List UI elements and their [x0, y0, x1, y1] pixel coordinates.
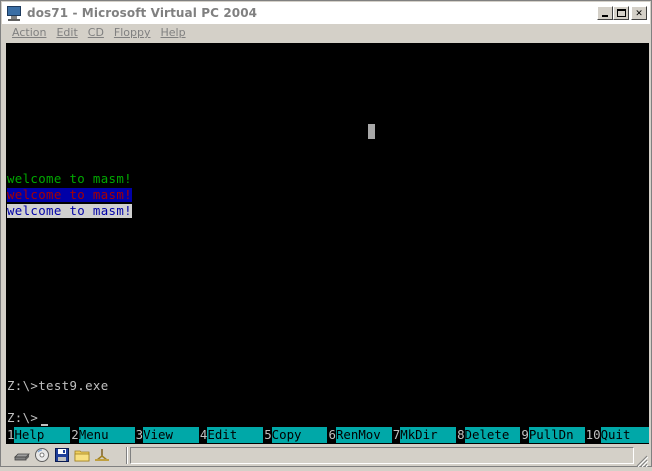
- command-line: Z:\>test9.exe: [7, 378, 109, 393]
- window-controls: ✕: [597, 6, 647, 20]
- fkey-number: 2: [70, 427, 79, 443]
- menu-help[interactable]: Help: [161, 26, 186, 39]
- fkey-number: 10: [584, 427, 601, 443]
- fkey-label: Menu: [78, 427, 135, 443]
- floppy-disk-icon[interactable]: [54, 447, 70, 463]
- resize-grip-icon[interactable]: [636, 452, 649, 468]
- minimize-button[interactable]: [597, 6, 613, 20]
- status-pane: [130, 447, 634, 464]
- shared-folder-icon[interactable]: [74, 447, 90, 463]
- fkey-pulldn[interactable]: 9 PullDn: [520, 427, 585, 443]
- fkey-renmov[interactable]: 6 RenMov: [327, 427, 392, 443]
- menu-bar: Action Edit CD Floppy Help: [2, 24, 650, 41]
- output-line-red-on-blue: welcome to masm!: [7, 187, 132, 202]
- output-line-green: welcome to masm!: [7, 171, 132, 186]
- virtual-pc-window: dos71 - Microsoft Virtual PC 2004 ✕ Acti…: [0, 0, 652, 468]
- maximize-icon: [617, 9, 626, 17]
- fkey-number: 7: [391, 427, 401, 443]
- maximize-button[interactable]: [613, 6, 629, 20]
- status-bar: [2, 445, 650, 468]
- fkey-number: 3: [134, 427, 144, 443]
- fkey-number: 9: [520, 427, 529, 443]
- minimize-icon: [602, 15, 608, 17]
- virtual-pc-monitor-icon[interactable]: [6, 5, 22, 21]
- fkey-delete[interactable]: 8 Delete: [456, 427, 521, 443]
- window-title: dos71 - Microsoft Virtual PC 2004: [27, 6, 258, 20]
- fkey-label: Copy: [271, 427, 328, 443]
- device-icons: [14, 447, 110, 463]
- fkey-quit[interactable]: 10 Quit: [584, 427, 649, 443]
- prompt-line: Z:\>: [7, 410, 39, 425]
- function-key-bar: 1 Help 2 Menu 3 View 4 Edit 5 Copy 6 RenMov 7M…: [6, 427, 649, 443]
- hard-disk-icon[interactable]: [14, 447, 30, 463]
- fkey-label: Edit: [207, 427, 264, 443]
- fkey-number: 5: [263, 427, 272, 443]
- fkey-number: 6: [327, 427, 336, 443]
- fkey-edit[interactable]: 4 Edit: [198, 427, 264, 443]
- menu-floppy[interactable]: Floppy: [114, 26, 151, 39]
- fkey-label: Help: [14, 427, 71, 443]
- dos-screen[interactable]: welcome to masm! welcome to masm! welcom…: [6, 43, 649, 444]
- menu-edit[interactable]: Edit: [56, 26, 77, 39]
- text-cursor: [41, 424, 48, 426]
- fkey-number: 1: [6, 427, 15, 443]
- fkey-view[interactable]: 3 View: [134, 427, 199, 443]
- fkey-label: View: [143, 427, 199, 443]
- menu-cd[interactable]: CD: [88, 26, 104, 39]
- network-icon[interactable]: [94, 447, 110, 463]
- output-line-blue-on-white: welcome to masm!: [7, 203, 132, 218]
- fkey-label: RenMov: [335, 427, 392, 443]
- fkey-number: 4: [198, 427, 208, 443]
- cd-drive-icon[interactable]: [34, 447, 50, 463]
- fkey-menu[interactable]: 2 Menu: [70, 427, 135, 443]
- fkey-label: Quit: [600, 427, 649, 443]
- mouse-cursor-block: [368, 124, 375, 139]
- fkey-label: Delete: [464, 427, 521, 443]
- menu-action[interactable]: Action: [12, 26, 46, 39]
- fkey-help[interactable]: 1 Help: [6, 427, 71, 443]
- close-icon: ✕: [635, 6, 643, 19]
- fkey-number: 8: [456, 427, 465, 443]
- status-divider: [126, 447, 128, 464]
- fkey-label: PullDn: [528, 427, 585, 443]
- fkey-label: MkDir: [400, 427, 457, 443]
- title-bar[interactable]: dos71 - Microsoft Virtual PC 2004 ✕: [2, 2, 650, 24]
- fkey-copy[interactable]: 5 Copy: [263, 427, 328, 443]
- close-button[interactable]: ✕: [631, 6, 647, 20]
- fkey-mkdir[interactable]: 7 MkDir: [391, 427, 457, 443]
